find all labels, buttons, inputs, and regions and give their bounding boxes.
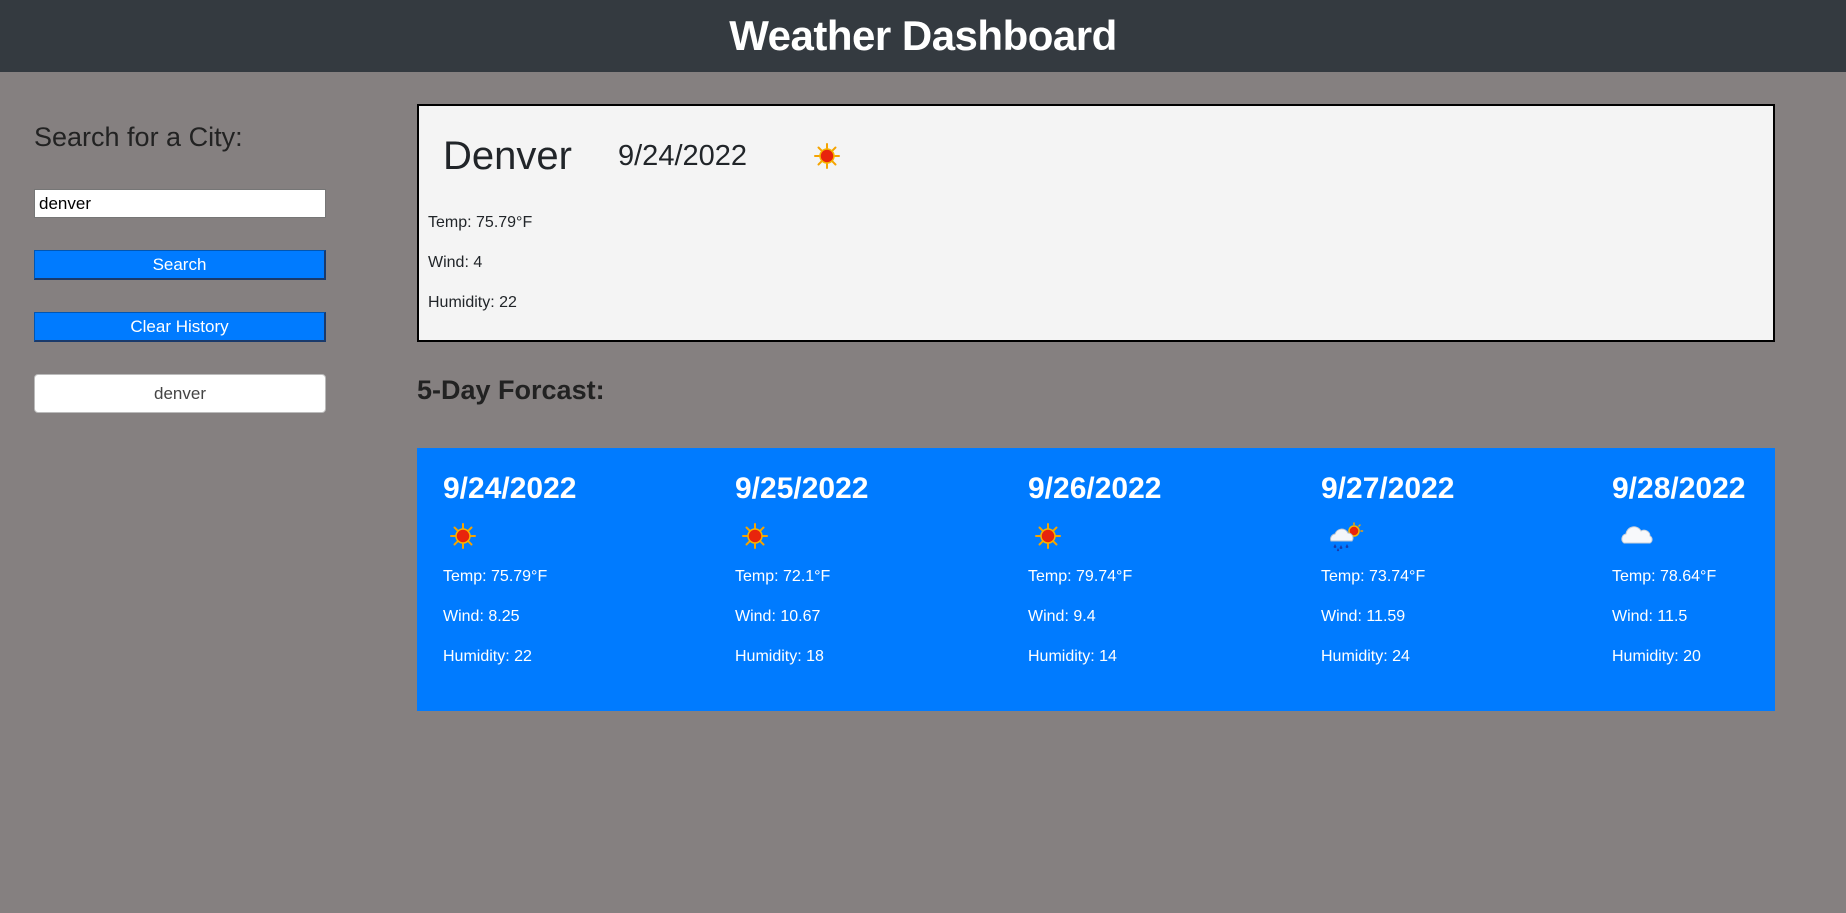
forecast-humidity: Humidity: 20 xyxy=(1612,648,1701,665)
forecast-humidity: Humidity: 18 xyxy=(735,648,824,665)
forecast-wind: Wind: 8.25 xyxy=(443,608,520,625)
forecast-wind: Wind: 11.5 xyxy=(1612,608,1688,625)
forecast-temp: Temp: 73.74°F xyxy=(1321,568,1426,585)
current-city: Denver xyxy=(443,134,572,178)
forecast-temp: Temp: 78.64°F xyxy=(1612,568,1717,585)
rain-sun-icon xyxy=(1325,522,1365,557)
forecast-panel: 9/24/2022 Temp: 75.79°F Wind: 8.25 Humid… xyxy=(417,448,1775,711)
sun-icon xyxy=(741,522,769,555)
forecast-date: 9/26/2022 xyxy=(1028,472,1162,505)
forecast-wind: Wind: 10.67 xyxy=(735,608,821,625)
page-title: Weather Dashboard xyxy=(729,12,1117,59)
forecast-wind: Wind: 9.4 xyxy=(1028,608,1096,625)
clear-history-button[interactable]: Clear History xyxy=(34,312,326,342)
sun-icon xyxy=(449,522,477,555)
city-search-input[interactable] xyxy=(34,189,326,218)
forecast-heading: 5-Day Forcast: xyxy=(417,375,605,405)
search-heading: Search for a City: xyxy=(34,122,243,152)
forecast-humidity: Humidity: 22 xyxy=(443,648,532,665)
current-weather-card: Denver 9/24/2022 Temp: 75.79°F Wind: 4 H… xyxy=(417,104,1775,342)
sun-icon xyxy=(1034,522,1062,555)
current-wind: Wind: 4 xyxy=(428,254,483,271)
cloud-icon xyxy=(1618,524,1656,553)
current-humidity: Humidity: 22 xyxy=(428,294,517,311)
forecast-date: 9/25/2022 xyxy=(735,472,869,505)
forecast-date: 9/28/2022 xyxy=(1612,472,1746,505)
sun-icon xyxy=(813,142,841,175)
current-date: 9/24/2022 xyxy=(618,140,748,172)
forecast-temp: Temp: 72.1°F xyxy=(735,568,831,585)
forecast-temp: Temp: 75.79°F xyxy=(443,568,548,585)
forecast-wind: Wind: 11.59 xyxy=(1321,608,1406,625)
forecast-date: 9/24/2022 xyxy=(443,472,577,505)
forecast-temp: Temp: 79.74°F xyxy=(1028,568,1133,585)
history-item-denver[interactable]: denver xyxy=(34,374,326,413)
forecast-humidity: Humidity: 24 xyxy=(1321,648,1410,665)
search-button[interactable]: Search xyxy=(34,250,326,280)
current-temp: Temp: 75.79°F xyxy=(428,214,533,231)
app-header: Weather Dashboard xyxy=(0,0,1846,72)
forecast-humidity: Humidity: 14 xyxy=(1028,648,1117,665)
forecast-date: 9/27/2022 xyxy=(1321,472,1455,505)
